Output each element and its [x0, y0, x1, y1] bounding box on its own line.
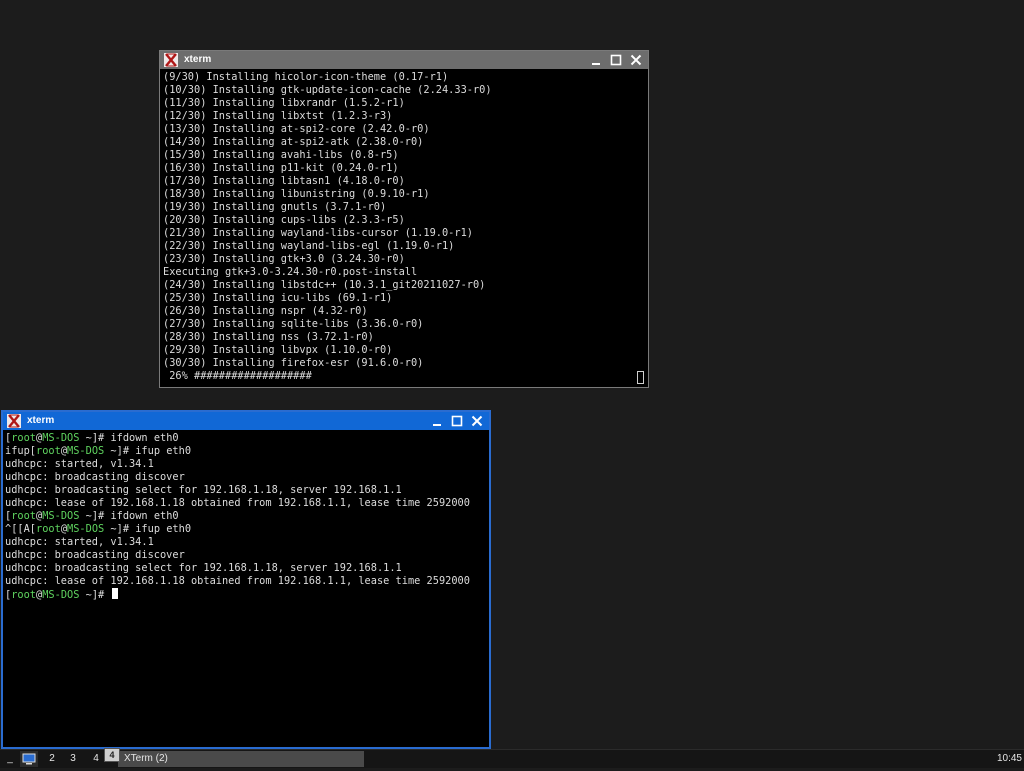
workspace-tooltip: 4 — [104, 748, 120, 762]
xterm-logo-icon[interactable] — [164, 53, 178, 67]
prompt-path: ~ — [79, 432, 92, 444]
terminal-line: udhcpc: broadcasting discover — [5, 549, 185, 561]
workspace-4-button[interactable]: 4 — [87, 751, 105, 767]
terminal-line: (21/30) Installing wayland-libs-cursor (… — [163, 227, 473, 239]
hollow-cursor — [637, 371, 644, 384]
terminal-line: [root@MS-DOS ~]# ifdown eth0 — [5, 510, 486, 523]
terminal-line: udhcpc: started, v1.34.1 — [5, 458, 154, 470]
workspace-1-button[interactable] — [20, 751, 38, 767]
terminal-line: udhcpc: broadcasting discover — [5, 471, 185, 483]
terminal-line: (9/30) Installing hicolor-icon-theme (0.… — [163, 71, 449, 83]
terminal-line: (14/30) Installing at-spi2-atk (2.38.0-r… — [163, 136, 424, 148]
taskbar-menu-button[interactable]: _ — [4, 751, 16, 767]
prompt-end: ]# — [116, 523, 136, 535]
terminal-line: (17/30) Installing libtasn1 (4.18.0-r0) — [163, 175, 405, 187]
text-cursor — [112, 588, 119, 599]
command-text: ifdown eth0 — [110, 432, 179, 444]
xterm-window-package-install[interactable]: xterm (9/30) Installing hicolor-icon-the… — [159, 50, 649, 388]
terminal-line: (24/30) Installing libstdc++ (10.3.1_git… — [163, 279, 486, 291]
prompt-host: MS-DOS — [67, 523, 105, 535]
minimize-icon[interactable] — [429, 413, 445, 429]
maximize-icon[interactable] — [449, 413, 465, 429]
clock: 10:45 — [996, 753, 1022, 764]
terminal-line: (23/30) Installing gtk+3.0 (3.24.30-r0) — [163, 253, 405, 265]
prompt-user: root — [36, 445, 61, 457]
terminal-line: (18/30) Installing libunistring (0.9.10-… — [163, 188, 430, 200]
terminal-line: udhcpc: lease of 192.168.1.18 obtained f… — [5, 497, 470, 509]
terminal-line: [root@MS-DOS ~]# — [5, 588, 486, 601]
terminal-line: (28/30) Installing nss (3.72.1-r0) — [163, 331, 374, 343]
terminal-line: (10/30) Installing gtk-update-icon-cache… — [163, 84, 492, 96]
terminal-line: udhcpc: broadcasting select for 192.168.… — [5, 562, 402, 574]
terminal-line: ^[[A[root@MS-DOS ~]# ifup eth0 — [5, 523, 486, 536]
prompt-end: ]# — [91, 589, 111, 601]
task-button-xterm[interactable]: XTerm (2) — [118, 751, 364, 767]
terminal-line: (20/30) Installing cups-libs (2.3.3-r5) — [163, 214, 405, 226]
terminal-line: (30/30) Installing firefox-esr (91.6.0-r… — [163, 357, 424, 369]
prompt-host: MS-DOS — [42, 510, 80, 522]
terminal-line: (19/30) Installing gnutls (3.7.1-r0) — [163, 201, 387, 213]
terminal-line: (29/30) Installing libvpx (1.10.0-r0) — [163, 344, 393, 356]
terminal-line: (27/30) Installing sqlite-libs (3.36.0-r… — [163, 318, 424, 330]
prompt-host: MS-DOS — [67, 445, 105, 457]
terminal-line: udhcpc: lease of 192.168.1.18 obtained f… — [5, 575, 470, 587]
prompt-user: root — [11, 432, 37, 444]
prompt-path: ~ — [104, 445, 117, 457]
prompt-path: ~ — [104, 523, 117, 535]
prompt-path: ~ — [79, 510, 92, 522]
command-text: ifdown eth0 — [110, 510, 179, 522]
terminal-output[interactable]: [root@MS-DOS ~]# ifdown eth0 ifup[root@MS… — [5, 432, 486, 744]
workspace-3-button[interactable]: 3 — [64, 751, 82, 767]
maximize-icon[interactable] — [608, 52, 624, 68]
xterm-window-network[interactable]: xterm [root@MS-DOS ~]# ifdown eth0 ifup[r… — [1, 410, 491, 749]
window-titlebar[interactable]: xterm — [3, 412, 489, 430]
terminal-line: 26% ################### — [163, 370, 312, 382]
prompt-path: ~ — [79, 589, 92, 601]
minimize-icon[interactable] — [588, 52, 604, 68]
terminal-line: udhcpc: broadcasting select for 192.168.… — [5, 484, 402, 496]
taskbar: _ 2 3 4 XTerm (2) 10:45 — [0, 749, 1024, 768]
terminal-line: (22/30) Installing wayland-libs-egl (1.1… — [163, 240, 455, 252]
terminal-line: Executing gtk+3.0-3.24.30-r0.post-instal… — [163, 266, 418, 278]
terminal-line: (13/30) Installing at-spi2-core (2.42.0-… — [163, 123, 430, 135]
prompt-host: MS-DOS — [42, 589, 80, 601]
prompt-prefix: ifup[ — [5, 445, 36, 457]
terminal-line: (16/30) Installing p11-kit (0.24.0-r1) — [163, 162, 399, 174]
window-titlebar[interactable]: xterm — [160, 51, 648, 69]
prompt-user: root — [11, 589, 37, 601]
terminal-line: (25/30) Installing icu-libs (69.1-r1) — [163, 292, 393, 304]
command-text: ifup eth0 — [135, 523, 192, 535]
prompt-end: ]# — [116, 445, 136, 457]
prompt-end: ]# — [91, 432, 111, 444]
window-title: xterm — [27, 415, 55, 426]
prompt-end: ]# — [91, 510, 111, 522]
workspace-2-button[interactable]: 2 — [43, 751, 61, 767]
window-title: xterm — [184, 54, 212, 65]
command-text: ifup eth0 — [135, 445, 192, 457]
xterm-logo-icon[interactable] — [7, 414, 21, 428]
terminal-line: (11/30) Installing libxrandr (1.5.2-r1) — [163, 97, 405, 109]
prompt-prefix: ^[[A[ — [5, 523, 36, 535]
terminal-line: udhcpc: started, v1.34.1 — [5, 536, 154, 548]
terminal-line: (26/30) Installing nspr (4.32-r0) — [163, 305, 368, 317]
close-icon[interactable] — [628, 52, 644, 68]
terminal-output[interactable]: (9/30) Installing hicolor-icon-theme (0.… — [163, 71, 645, 384]
terminal-line: [root@MS-DOS ~]# ifdown eth0 — [5, 432, 486, 445]
terminal-line: (12/30) Installing libxtst (1.2.3-r3) — [163, 110, 393, 122]
prompt-host: MS-DOS — [42, 432, 80, 444]
terminal-line: ifup[root@MS-DOS ~]# ifup eth0 — [5, 445, 486, 458]
terminal-line: (15/30) Installing avahi-libs (0.8-r5) — [163, 149, 399, 161]
prompt-user: root — [36, 523, 61, 535]
close-icon[interactable] — [469, 413, 485, 429]
monitor-icon — [22, 753, 36, 771]
prompt-user: root — [11, 510, 37, 522]
